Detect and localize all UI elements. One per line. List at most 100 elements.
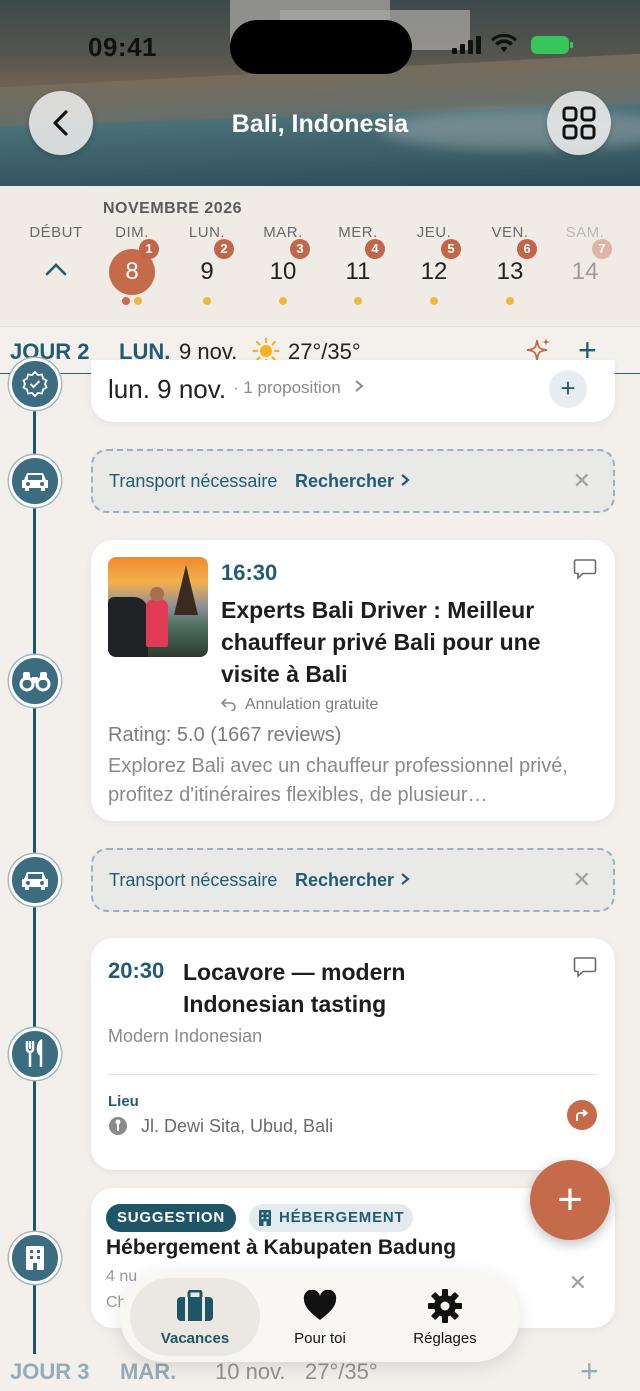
suggestion-badge: SUGGESTION <box>106 1204 237 1232</box>
day-number-value: 13 <box>496 258 524 285</box>
tab-reglages[interactable]: Réglages <box>380 1278 510 1356</box>
day-dots <box>97 297 167 307</box>
building-icon <box>259 1210 271 1226</box>
day-badge: 3 <box>290 239 310 259</box>
add-proposal-button[interactable]: + <box>549 370 587 408</box>
verified-badge-icon <box>22 370 48 398</box>
timeline-node-binoculars <box>9 655 61 707</box>
timeline-node-check <box>9 358 61 410</box>
day-name: JEU. <box>416 224 452 241</box>
day-dots <box>172 297 242 307</box>
close-icon[interactable]: ✕ <box>569 1270 587 1296</box>
day-number-value: 10 <box>269 258 297 285</box>
wifi-icon <box>491 34 517 52</box>
activity-description: Explorez Bali avec un chauffeur professi… <box>108 755 568 806</box>
day-number-value: 14 <box>571 258 599 285</box>
fork-knife-icon <box>25 1039 43 1067</box>
close-icon[interactable]: ✕ <box>573 867 591 893</box>
transport-needed-card[interactable]: Transport nécessaire Rechercher ✕ <box>91 848 615 912</box>
day-12[interactable]: JEU. 12 5 <box>399 224 469 307</box>
undo-icon <box>220 698 236 712</box>
day-14[interactable]: SAM. 14 7 <box>550 224 620 295</box>
close-icon[interactable]: ✕ <box>573 468 591 494</box>
day-name: SAM. <box>565 224 605 241</box>
battery-icon <box>531 36 573 54</box>
day-number: 12 5 <box>411 239 461 295</box>
transport-search-text: Rechercher <box>295 471 395 491</box>
activity-rating: Rating: 5.0 (1667 reviews) <box>108 724 342 746</box>
day-number: 81 <box>109 239 159 295</box>
day-number: 14 7 <box>562 239 612 295</box>
signal-icon <box>452 36 481 54</box>
restaurant-cuisine: Modern Indonesian <box>108 1026 263 1046</box>
day-name: MAR. <box>263 224 303 241</box>
next-day-index: JOUR 3 <box>10 1359 90 1384</box>
month-label: NOVEMBRE 2026 <box>103 200 242 217</box>
restaurant-card[interactable]: 20:30 Locavore — modern Indonesian tasti… <box>91 938 615 1170</box>
directions-arrow-icon <box>576 1109 589 1121</box>
day-badge: 1 <box>139 239 159 259</box>
add-fab-button[interactable]: + <box>530 1160 610 1240</box>
day-badge: 5 <box>441 239 461 259</box>
chevron-up-icon <box>45 263 67 276</box>
transport-search-link[interactable]: Rechercher <box>295 870 411 891</box>
gear-icon <box>428 1289 462 1323</box>
day-dots <box>475 297 545 307</box>
activity-time: 16:30 <box>221 560 278 585</box>
status-time: 09:41 <box>88 32 157 62</box>
activity-thumbnail <box>108 557 208 657</box>
timeline-node-hotel <box>9 1232 61 1284</box>
day-dots <box>323 297 393 307</box>
binoculars-icon <box>19 672 51 692</box>
transport-search-link[interactable]: Rechercher <box>295 471 411 492</box>
tab-bar: Vacances Pour toi Réglages <box>120 1272 520 1362</box>
tab-label: Vacances <box>160 1330 230 1347</box>
category-text: HÉBERGEMENT <box>279 1209 405 1226</box>
day-11[interactable]: MER. 11 4 <box>323 224 393 307</box>
timeline-node-restaurant <box>9 1028 61 1080</box>
activity-card[interactable]: 16:30 Experts Bali Driver : Meilleur cha… <box>91 540 615 821</box>
day-badge: 2 <box>214 239 234 259</box>
activity-title: Experts Bali Driver : Meilleur chauffeur… <box>221 597 541 687</box>
comment-icon[interactable] <box>573 956 597 978</box>
day-name: DIM. <box>115 224 149 241</box>
transport-needed-card[interactable]: Transport nécessaire Rechercher ✕ <box>91 449 615 513</box>
day-summary-card[interactable]: lun. 9 nov. · 1 proposition + <box>91 360 615 422</box>
tab-pour-toi[interactable]: Pour toi <box>255 1278 385 1356</box>
tab-vacances[interactable]: Vacances <box>130 1278 260 1356</box>
restaurant-address: Jl. Dewi Sita, Ubud, Bali <box>141 1116 334 1136</box>
day-number: 11 4 <box>335 239 385 295</box>
start-button[interactable]: DÉBUT <box>21 224 91 282</box>
day-badge: 6 <box>517 239 537 259</box>
day-number-value: 9 <box>200 258 214 285</box>
chevron-right-icon <box>355 380 365 392</box>
comment-icon[interactable] <box>573 558 597 580</box>
restaurant-title: Locavore — modern Indonesian tasting <box>183 959 406 1017</box>
day-number-value: 8 <box>125 258 139 285</box>
day-dots <box>399 297 469 307</box>
day-13[interactable]: VEN. 13 6 <box>475 224 545 307</box>
day-dots <box>248 297 318 307</box>
transport-label: Transport nécessaire <box>109 471 278 491</box>
place-label: Lieu <box>108 1093 139 1110</box>
building-icon <box>26 1246 44 1270</box>
grid-icon <box>562 106 596 140</box>
directions-button[interactable] <box>567 1100 597 1130</box>
day-9[interactable]: LUN. 92 <box>172 224 242 307</box>
next-day-add-button[interactable]: + <box>580 1353 599 1390</box>
day-number: 10 3 <box>260 239 310 295</box>
location-pin-icon <box>109 1117 127 1135</box>
chevron-right-icon <box>401 474 410 486</box>
day-10[interactable]: MAR. 10 3 <box>248 224 318 307</box>
day-8[interactable]: DIM. 81 <box>97 224 167 307</box>
suggestion-subtitle: 4 nu <box>106 1268 138 1285</box>
day-badge: 7 <box>592 239 612 259</box>
chevron-right-icon <box>401 873 410 885</box>
proposals-text: · 1 proposition <box>233 378 341 397</box>
day-number-value: 11 <box>345 258 371 285</box>
grid-view-button[interactable] <box>547 91 611 155</box>
status-icons <box>452 34 573 54</box>
day-summary-proposals[interactable]: · 1 proposition <box>233 378 365 398</box>
transport-label: Transport nécessaire <box>109 870 278 890</box>
day-number-value: 12 <box>420 258 448 285</box>
